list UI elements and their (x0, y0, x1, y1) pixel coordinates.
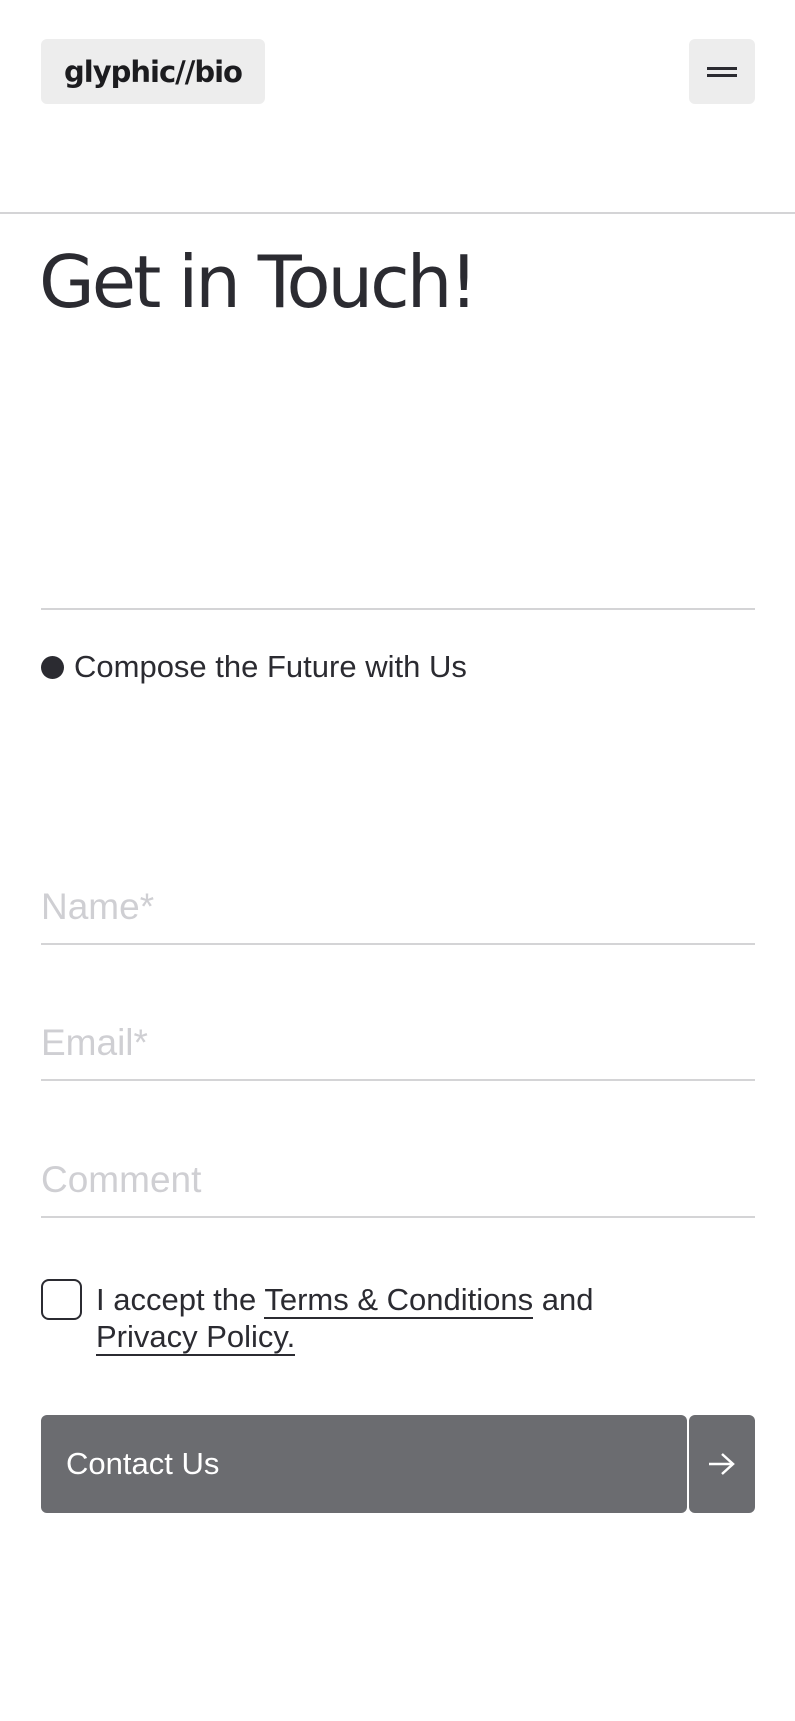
terms-checkbox[interactable] (41, 1279, 82, 1320)
terms-text: I accept the Terms & Conditions and Priv… (96, 1281, 716, 1356)
terms-prefix: I accept the (96, 1282, 257, 1317)
terms-middle: and (541, 1282, 594, 1317)
header-divider (0, 212, 795, 214)
bullet-dot-icon (41, 655, 64, 679)
contact-page: glyphic//bio Get in Touch! Compose the F… (0, 0, 795, 1721)
logo-text: glyphic//bio (64, 54, 243, 89)
page-title: Get in Touch! (39, 240, 478, 324)
section-divider (41, 608, 755, 610)
logo[interactable]: glyphic//bio (41, 39, 265, 104)
comment-input[interactable] (41, 1158, 755, 1218)
menu-icon (707, 66, 737, 77)
menu-button[interactable] (689, 39, 755, 104)
contact-us-button[interactable]: Contact Us (41, 1415, 687, 1513)
submit-arrow-button[interactable] (689, 1415, 755, 1513)
terms-link[interactable]: Terms & Conditions (264, 1282, 534, 1319)
section-subtitle: Compose the Future with Us (41, 649, 467, 685)
arrow-right-icon (709, 1453, 735, 1475)
privacy-link[interactable]: Privacy Policy. (96, 1319, 296, 1356)
subtitle-text: Compose the Future with Us (74, 649, 467, 684)
name-input[interactable] (41, 885, 755, 945)
email-input[interactable] (41, 1021, 755, 1081)
